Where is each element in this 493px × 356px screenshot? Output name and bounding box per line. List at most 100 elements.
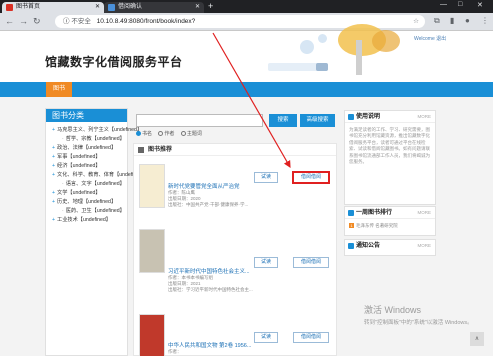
radio-label: 主题词 — [186, 131, 202, 137]
ranking-item[interactable]: 1 毛泽东传 名著研究院 — [349, 223, 431, 229]
expand-icon[interactable]: + — [52, 199, 55, 205]
watermark-title: 激活 Windows — [364, 305, 422, 315]
leaf-icon: · — [62, 208, 64, 214]
category-item[interactable]: · 医药、卫生【undefined】 — [52, 207, 127, 216]
category-title: 图书分类 — [46, 109, 127, 122]
back-icon[interactable]: ← — [5, 16, 14, 27]
radio-dot-icon — [136, 131, 141, 136]
category-label: 工业技术【undefined】 — [57, 217, 111, 223]
recommend-title: 图书推荐 — [148, 147, 173, 153]
category-item[interactable]: + 经济【undefined】 — [52, 162, 127, 171]
borrow-button[interactable]: 借阅借阅 — [293, 332, 329, 343]
notice-more-link[interactable]: MORE — [418, 240, 432, 252]
category-item[interactable]: + 军事【undefined】 — [52, 153, 127, 162]
category-item[interactable]: · 哲学、宗教【undefined】 — [52, 135, 127, 144]
category-label: 语言、文字【undefined】 — [65, 181, 125, 187]
info-icon[interactable]: ⓘ — [63, 18, 70, 25]
decor-bubble — [318, 34, 327, 43]
book-title-link[interactable]: 新时代党要管党全面从严治党 — [168, 182, 240, 190]
expand-icon[interactable]: + — [52, 154, 55, 160]
center-column: 搜索 高级搜索 书名 作者 主题词 图书推荐 新时代党要管党全面从严治党 作者：… — [133, 108, 337, 356]
expand-icon[interactable]: + — [52, 190, 55, 196]
decor-bubble — [300, 40, 314, 54]
book-cover[interactable] — [139, 164, 165, 208]
ranking-box: 一周图书排行 MORE 1 毛泽东传 名著研究院 — [344, 206, 436, 236]
category-item[interactable]: + 文学【undefined】 — [52, 189, 127, 198]
sidepanel-icon[interactable]: ▮ — [450, 16, 454, 25]
expand-icon[interactable]: + — [52, 217, 55, 223]
radio-dot-icon — [158, 131, 164, 136]
borrow-button[interactable]: 借阅借阅 — [292, 171, 330, 184]
watermark-subtitle: 转到"控制面板"中的"系统"以激活 Windows。 — [364, 320, 473, 326]
rank-number: 1 — [349, 223, 354, 228]
welcome-logout-link[interactable]: Welcome 退出 — [414, 35, 446, 42]
leaf-icon: · — [62, 136, 64, 142]
read-button[interactable]: 试读 — [254, 257, 278, 268]
category-item[interactable]: + 工业技术【undefined】 — [52, 216, 127, 225]
maximize-button[interactable]: □ — [458, 1, 462, 8]
search-input[interactable] — [136, 114, 263, 127]
forward-icon[interactable]: → — [19, 16, 28, 27]
profile-icon[interactable]: ● — [465, 16, 470, 25]
category-label: 政治、法律【undefined】 — [57, 145, 117, 151]
close-window-button[interactable]: ✕ — [477, 1, 483, 9]
advanced-search-button[interactable]: 高级搜索 — [300, 114, 335, 127]
ranking-title: 一周图书排行 — [356, 210, 393, 216]
notice-header: 通知公告 MORE — [345, 240, 435, 252]
expand-icon[interactable]: + — [52, 127, 55, 133]
book-cover[interactable] — [139, 229, 165, 273]
tree-decoration — [372, 30, 400, 52]
category-item[interactable]: + 文化、科学、教育、体育【undefined】 — [52, 171, 147, 180]
site-title: 馆藏数字化借阅服务平台 — [45, 55, 183, 69]
guide-more-link[interactable]: MORE — [418, 111, 432, 123]
category-label: 马克思主义、列宁主义【undefined】 — [57, 127, 143, 133]
category-list: + 马克思主义、列宁主义【undefined】 · 哲学、宗教【undefined】 +… — [46, 122, 147, 225]
category-item[interactable]: + 政治、法律【undefined】 — [52, 144, 127, 153]
close-icon[interactable]: ✕ — [195, 2, 200, 13]
category-label: 文学【undefined】 — [57, 190, 101, 196]
activate-windows-watermark: 激活 Windows 转到"控制面板"中的"系统"以激活 Windows。 — [364, 303, 473, 326]
browser-tabbar: 图书首页 ✕ 借阅确认 ✕ + — □ ✕ — [0, 0, 493, 13]
tab-label: 借阅确认 — [118, 4, 143, 10]
category-item[interactable]: + 马克思主义、列宁主义【undefined】 — [52, 126, 142, 135]
close-icon[interactable]: ✕ — [95, 2, 100, 13]
read-button[interactable]: 试读 — [254, 172, 278, 183]
bell-icon — [348, 243, 354, 249]
security-label: 不安全 — [71, 18, 91, 25]
favicon-icon — [6, 4, 13, 11]
radio-label: 书名 — [142, 131, 153, 137]
filter-author-radio[interactable]: 作者 — [158, 130, 174, 137]
notice-title: 通知公告 — [356, 243, 381, 249]
filter-title-radio[interactable]: 书名 — [136, 130, 152, 137]
tab-book-home[interactable]: 图书首页 ✕ — [2, 2, 104, 13]
extensions-icon[interactable]: ⧉ — [434, 16, 440, 26]
book-title-link[interactable]: 中华人民共和国文物 第2卷 1956... — [168, 341, 251, 349]
book-cover[interactable] — [139, 314, 165, 356]
ranking-more-link[interactable]: MORE — [418, 207, 432, 219]
expand-icon[interactable]: + — [52, 172, 55, 178]
book-title-link[interactable]: 习近平新时代中国特色社会主义... — [168, 267, 250, 275]
reload-icon[interactable]: ↻ — [33, 16, 41, 27]
borrow-button[interactable]: 借阅借阅 — [293, 257, 329, 268]
search-filter-group: 书名 作者 主题词 — [136, 130, 207, 137]
menu-icon[interactable]: ⋮ — [481, 16, 489, 25]
category-label: 医药、卫生【undefined】 — [65, 208, 125, 214]
search-button[interactable]: 搜索 — [269, 114, 297, 127]
category-item[interactable]: + 历史、地理【undefined】 — [52, 198, 127, 207]
radio-dot-icon — [180, 131, 186, 136]
tab-borrow-confirm[interactable]: 借阅确认 ✕ — [104, 2, 204, 13]
read-button[interactable]: 试读 — [254, 332, 278, 343]
nav-home-tab[interactable]: 图书 — [46, 82, 73, 97]
bookmark-star-icon[interactable]: ☆ — [413, 15, 419, 28]
new-tab-button[interactable]: + — [208, 2, 213, 11]
info-icon — [348, 114, 354, 120]
category-item[interactable]: · 语言、文字【undefined】 — [52, 180, 127, 189]
expand-icon[interactable]: + — [52, 145, 55, 151]
minimize-button[interactable]: — — [440, 1, 447, 8]
leaf-icon: · — [62, 181, 64, 187]
book-publisher: 出版社：学习近平新时代中国特色社会主... — [168, 287, 253, 292]
filter-subject-radio[interactable]: 主题词 — [180, 130, 202, 137]
expand-icon[interactable]: + — [52, 163, 55, 169]
book-author: 作者： — [168, 349, 182, 354]
scroll-to-top-button[interactable]: ∧ — [470, 332, 484, 346]
